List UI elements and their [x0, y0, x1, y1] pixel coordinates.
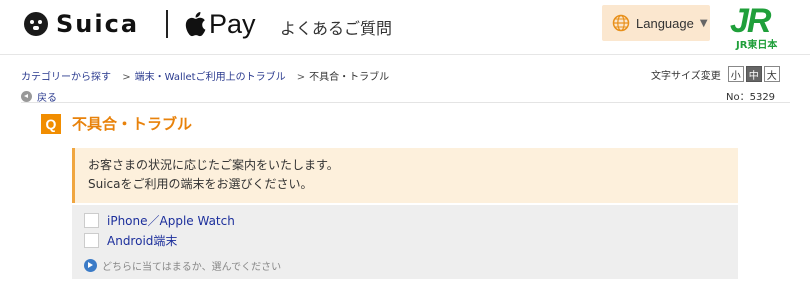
breadcrumb-separator: > — [296, 72, 306, 83]
message-line-2: Suicaをご利用の端末をお選びください。 — [88, 177, 313, 191]
message-line-1: お客さまの状況に応じたご案内をいたします。 — [88, 158, 339, 172]
question-badge-icon: Q — [41, 113, 61, 134]
hint-label: どちらに当てはまるか、選んでください — [102, 262, 282, 273]
font-size-large-button[interactable]: 大 — [763, 66, 780, 82]
section-divider — [21, 102, 790, 103]
language-label: Language — [636, 15, 694, 31]
apple-pay-logo: Pay — [184, 8, 256, 40]
jr-east-label: JR東日本 — [736, 40, 778, 51]
language-button[interactable]: Language ▼ — [602, 5, 710, 41]
option-checkbox[interactable] — [84, 213, 99, 228]
pointer-icon — [84, 259, 97, 272]
apple-icon — [185, 12, 206, 37]
suica-logo[interactable]: Suica — [24, 8, 139, 40]
option-label-android[interactable]: Android端末 — [107, 232, 177, 249]
question-heading: Q 不具合・トラブル — [41, 113, 192, 134]
option-checkbox[interactable] — [84, 233, 99, 248]
site-header: Suica Pay よくあるご質問 Language ▼ JR JR東日本 — [0, 0, 810, 54]
font-size-small-button[interactable]: 小 — [727, 66, 744, 82]
logo-divider — [166, 10, 168, 38]
header-divider — [0, 54, 810, 55]
back-arrow-icon — [21, 91, 32, 102]
suica-penguin-icon — [24, 12, 48, 36]
font-size-switcher: 文字サイズ変更 小 中 大 — [651, 66, 780, 82]
document-number: No：5329 — [726, 92, 776, 103]
font-size-label: 文字サイズ変更 — [651, 70, 721, 82]
guidance-message: お客さまの状況に応じたご案内をいたします。 Suicaをご利用の端末をお選びくだ… — [72, 148, 738, 203]
breadcrumb: カテゴリーから探す > 端末・Walletご利用上のトラブル > 不具合・トラブル — [21, 68, 389, 83]
option-label-iphone[interactable]: iPhone／Apple Watch — [107, 212, 235, 229]
option-iphone[interactable]: iPhone／Apple Watch — [84, 212, 235, 229]
breadcrumb-item-current: 不具合・トラブル — [309, 72, 390, 83]
breadcrumb-separator: > — [122, 72, 131, 83]
jr-east-logo[interactable]: JR JR東日本 — [728, 2, 792, 51]
device-options-panel: iPhone／Apple Watch Android端末 どちらに当てはまるか、… — [72, 205, 738, 279]
breadcrumb-item-device-trouble[interactable]: 端末・Walletご利用上のトラブル — [135, 72, 286, 83]
pay-text: Pay — [209, 8, 256, 39]
option-android[interactable]: Android端末 — [84, 232, 177, 249]
font-size-medium-button[interactable]: 中 — [745, 66, 762, 82]
selection-hint: どちらに当てはまるか、選んでください — [84, 258, 281, 273]
breadcrumb-item-category[interactable]: カテゴリーから探す — [21, 72, 111, 83]
faq-title: よくあるご質問 — [280, 19, 393, 38]
globe-icon — [612, 14, 630, 32]
question-title: 不具合・トラブル — [72, 115, 193, 133]
caret-down-icon: ▼ — [699, 17, 708, 29]
suica-logo-text: Suica — [56, 10, 140, 38]
